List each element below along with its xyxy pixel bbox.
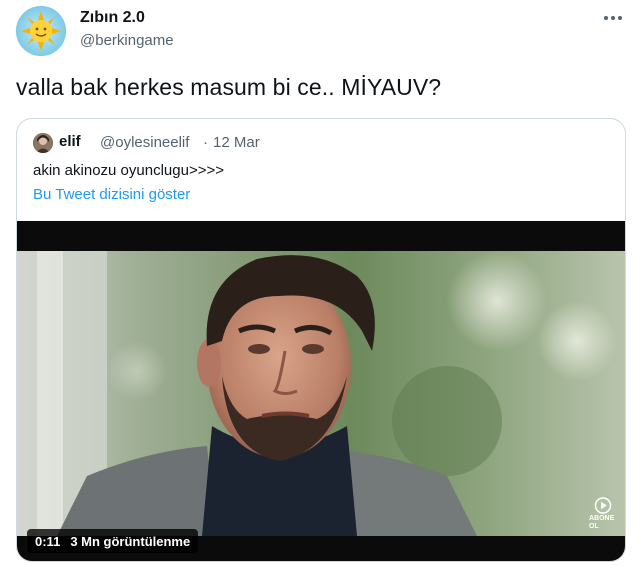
video-player[interactable]: ABONE OL 0:11 3 Mn görüntülenme xyxy=(17,221,625,561)
author-avatar[interactable] xyxy=(16,6,66,56)
tweet: Zıbın 2.0 @berkingame valla bak herkes m… xyxy=(0,0,640,566)
quoted-author-avatar xyxy=(33,133,53,153)
video-time: 0:11 xyxy=(35,533,61,549)
quoted-author-name: elif xyxy=(59,133,81,150)
author-name[interactable]: Zıbın 2.0 xyxy=(80,9,145,27)
quoted-date: 12 Mar xyxy=(213,134,260,151)
more-options-icon[interactable] xyxy=(598,6,628,30)
subscribe-watermark: ABONE OL xyxy=(589,497,617,531)
video-frame xyxy=(17,251,625,536)
quoted-separator: · xyxy=(203,134,208,151)
sun-avatar-image xyxy=(16,6,66,56)
video-info-pill: 0:11 3 Mn görüntülenme xyxy=(27,529,199,553)
play-circle-icon xyxy=(594,497,612,514)
quoted-text: akin akinozu oyunclugu>>>> xyxy=(33,162,224,179)
show-thread-link[interactable]: Bu Tweet dizisini göster xyxy=(33,186,190,203)
author-handle[interactable]: @berkingame xyxy=(80,32,174,49)
watermark-label: ABONE OL xyxy=(589,515,615,530)
video-views: 3 Mn görüntülenme xyxy=(70,533,191,549)
quoted-tweet-card[interactable]: elif @oylesineelif · 12 Mar akin akinozu… xyxy=(16,118,626,562)
quoted-author-handle: @oylesineelif xyxy=(100,134,190,151)
tweet-text: valla bak herkes masum bi ce.. MİYAUV? xyxy=(16,74,442,100)
